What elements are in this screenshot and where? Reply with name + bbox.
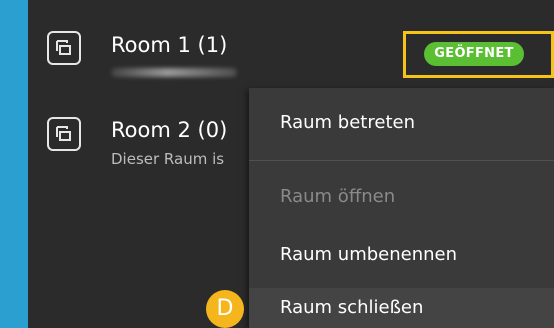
room-title: Room 2 (0) xyxy=(111,118,228,142)
status-badge: GEÖFFNET xyxy=(424,42,524,66)
menu-item-enter-room[interactable]: Raum betreten xyxy=(249,103,554,143)
room-icon xyxy=(47,117,81,151)
menu-item-open-room: Raum öffnen xyxy=(280,186,396,207)
room-title: Room 1 (1) xyxy=(111,33,228,57)
room-subtitle: Dieser Raum is xyxy=(111,150,225,168)
menu-item-close-room[interactable]: Raum schließen xyxy=(249,288,554,328)
context-menu: Raum betreten Raum öffnen Raum umbenenne… xyxy=(249,88,554,328)
menu-divider xyxy=(249,160,554,161)
menu-item-rename-room[interactable]: Raum umbenennen xyxy=(249,235,554,275)
room-list-panel: Room 1 (1) GEÖFFNET Room 2 (0) Dieser Ra… xyxy=(28,0,554,328)
callout-marker: D xyxy=(206,290,244,328)
room-subtitle-redacted xyxy=(111,68,237,77)
room-icon xyxy=(47,31,81,65)
